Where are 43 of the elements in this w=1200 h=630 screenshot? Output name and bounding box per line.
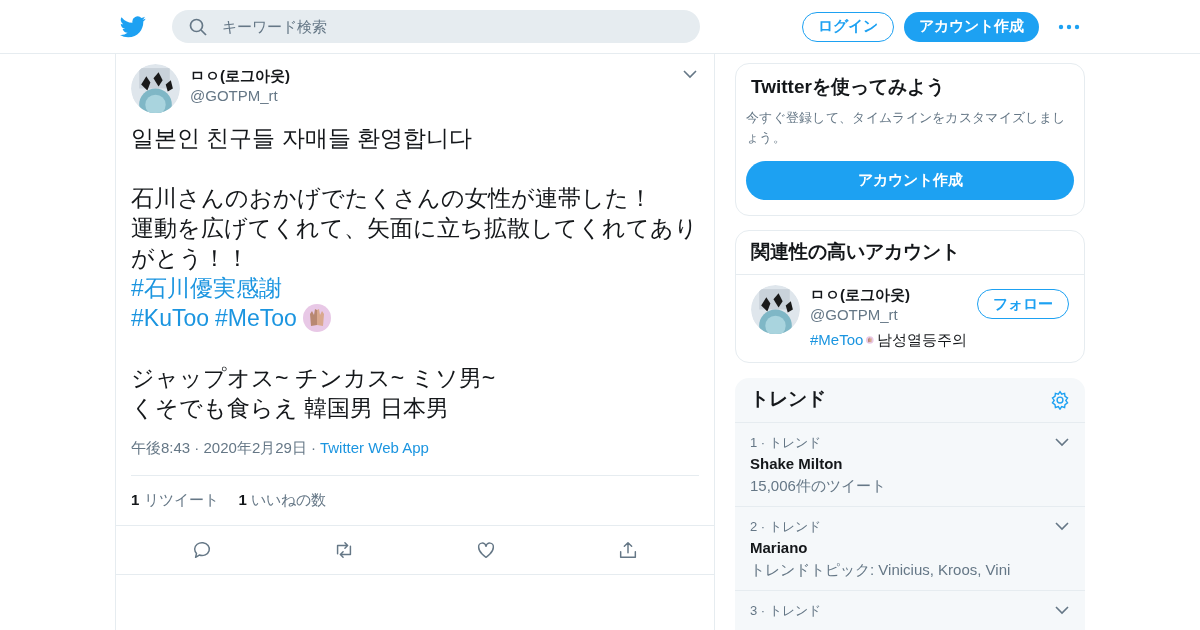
trend-meta: トレンドトピック: Vinicius, Kroos, Vini	[750, 559, 1012, 580]
card-text: 今すぐ登録して、タイムラインをカスタマイズしましょう。	[746, 109, 1067, 147]
source-link[interactable]: Twitter Web App	[319, 437, 429, 460]
trend-meta: 15,006件のツイート	[750, 475, 887, 496]
account-handle[interactable]: @GOTPM_rt	[810, 305, 967, 325]
avatar[interactable]	[131, 64, 180, 113]
chevron-down-icon[interactable]	[1055, 605, 1069, 615]
trend-rank: 1 · トレンド	[750, 433, 821, 452]
card-title: トレンド	[750, 387, 827, 412]
card-title: Twitterを使ってみよう	[750, 75, 946, 99]
trend-rank: 2 · トレンド	[750, 517, 821, 536]
tweet-text: 運動を広げてくれて、矢面に立ち拡散してくれてありがとう！！	[131, 214, 699, 273]
signup-button[interactable]: アカウント作成	[904, 11, 1039, 42]
tweet-text: ジャップオス~ チンカス~ ミソ男~	[131, 364, 497, 393]
tweet-time[interactable]: 午後8:43 · 2020年2月29日	[131, 437, 307, 460]
settings-icon[interactable]	[1050, 389, 1070, 410]
hashtag-link[interactable]: #MeToo	[810, 329, 864, 352]
author-name[interactable]: ㅁㅇ(로그아웃)	[190, 66, 673, 86]
hashtag-link[interactable]: #KuToo	[131, 303, 209, 333]
tweet-text: 일본인 친구들 자매들 환영합니다	[131, 124, 474, 153]
stat-count[interactable]: 1 いいねの数	[238, 488, 327, 512]
more-icon[interactable]	[1058, 23, 1080, 30]
search-field[interactable]: キーワード検索	[172, 10, 700, 43]
search-icon	[189, 18, 207, 36]
card-title: 関連性の高いアカウント	[736, 231, 1084, 275]
account-bio: 남성열등주의	[877, 330, 967, 350]
trend-name[interactable]: Mariano	[750, 536, 1070, 559]
tweet-text: 石川さんのおかげでたくさんの女性が連帯した！	[131, 184, 653, 213]
author-handle[interactable]: @GOTPM_rt	[190, 86, 673, 106]
hashtag-link[interactable]: #石川優実感謝	[131, 273, 282, 303]
hashtag-link[interactable]: #MeToo	[215, 303, 297, 333]
avatar[interactable]	[751, 285, 800, 334]
trend-name[interactable]: Shake Milton	[750, 452, 1070, 475]
chevron-down-icon[interactable]	[1055, 437, 1069, 447]
account-name[interactable]: ㅁㅇ(로그아웃)	[810, 285, 967, 305]
tweet-text: くそでも食らえ 韓国男 日本男	[131, 394, 450, 423]
trend-rank: 3 · トレンド	[750, 601, 821, 620]
chevron-down-icon[interactable]	[1055, 521, 1069, 531]
separator-dot: ·	[310, 438, 316, 458]
signup-button[interactable]: アカウント作成	[746, 161, 1074, 200]
bird-logo-icon[interactable]	[120, 15, 146, 38]
stat-count[interactable]: 1 リツイート	[131, 488, 219, 512]
chevron-down-icon[interactable]	[683, 70, 697, 79]
